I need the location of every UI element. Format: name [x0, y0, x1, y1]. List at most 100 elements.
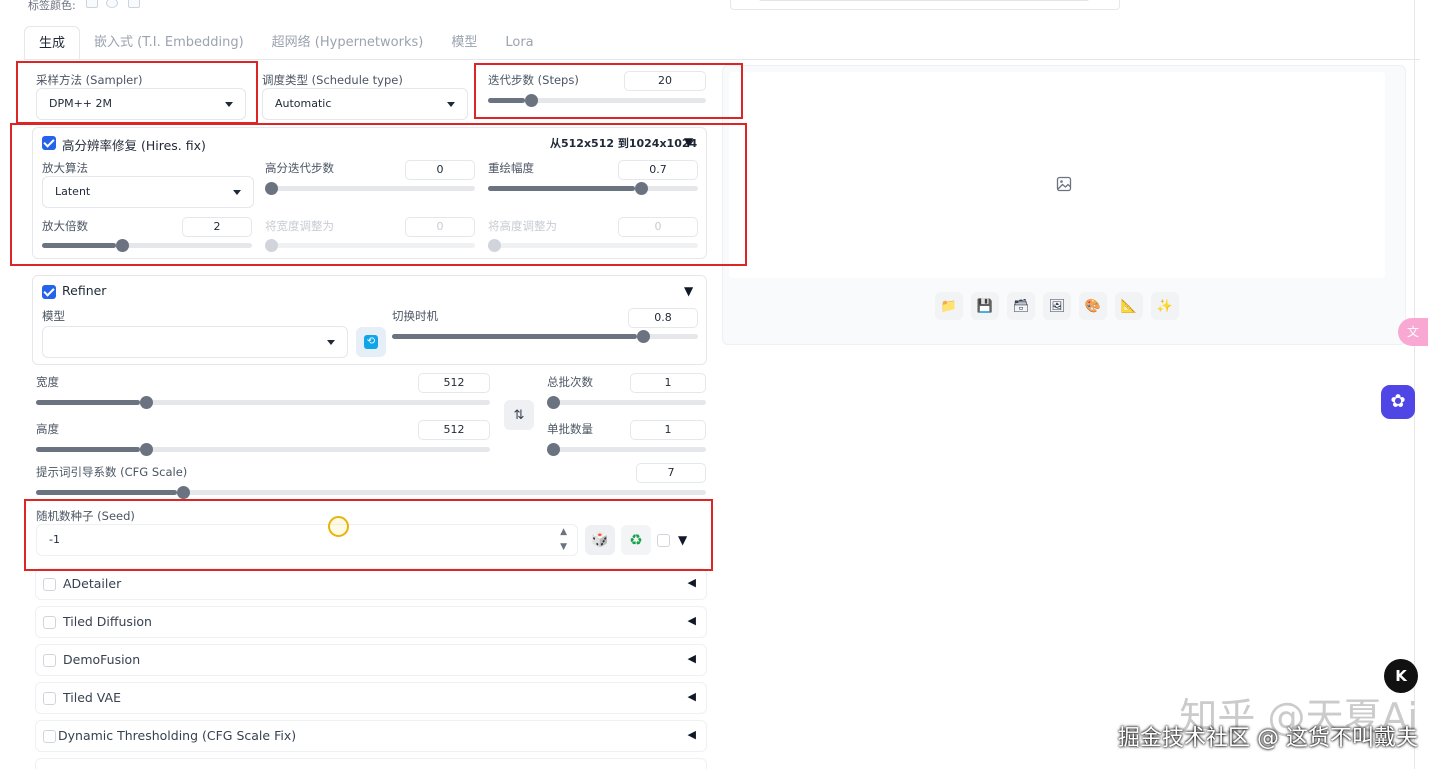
resize-height-slider[interactable]	[488, 237, 698, 253]
hires-steps-slider[interactable]	[265, 180, 475, 196]
accordion-next[interactable]	[35, 758, 707, 769]
demofusion-checkbox[interactable]	[43, 654, 56, 667]
hires-steps-label: 高分迭代步数	[265, 161, 334, 175]
refiner-model-label: 模型	[42, 309, 65, 323]
refresh-icon: ⟲	[364, 335, 378, 349]
expand-triangle-icon[interactable]: ▼	[678, 533, 687, 547]
juejin-watermark: 掘金技术社区 @ 这货不叫戴夫	[1118, 726, 1418, 751]
expand-arrow-icon[interactable]: ◀	[688, 652, 696, 665]
batch-size-label: 单批数量	[547, 422, 593, 436]
steps-label: 迭代步数 (Steps)	[488, 73, 579, 87]
tab-model[interactable]: 模型	[437, 26, 491, 60]
prompt-box-edge[interactable]	[730, 0, 1120, 10]
tab-hypernetworks[interactable]: 超网络 (Hypernetworks)	[258, 26, 438, 60]
cursor-indicator	[328, 516, 349, 537]
schedule-label: 调度类型 (Schedule type)	[262, 73, 403, 87]
batch-count-slider[interactable]	[547, 394, 706, 410]
sampler-value: DPM++ 2M	[49, 97, 113, 110]
resize-width-slider[interactable]	[265, 237, 475, 253]
chevron-down-icon	[233, 190, 241, 195]
width-input[interactable]: 512	[418, 373, 490, 393]
refresh-icon[interactable]	[106, 0, 118, 8]
width-slider[interactable]	[36, 394, 490, 410]
denoise-input[interactable]: 0.7	[618, 160, 698, 180]
swap-icon: ⇅	[513, 407, 525, 423]
random-seed-button[interactable]: 🎲	[585, 525, 615, 555]
cfg-scale-label: 提示词引导系数 (CFG Scale)	[36, 465, 188, 479]
save-icon[interactable]: 💾	[971, 292, 999, 320]
switch-at-slider[interactable]	[392, 328, 698, 344]
accordion-demofusion[interactable]: DemoFusion ◀	[35, 644, 707, 676]
dynamic-thresholding-checkbox[interactable]	[43, 730, 56, 743]
accordion-title: Dynamic Thresholding (CFG Scale Fix)	[58, 728, 297, 743]
folder-icon[interactable]: 📁	[935, 292, 963, 320]
tiled-diffusion-checkbox[interactable]	[43, 616, 56, 629]
tab-generate[interactable]: 生成	[24, 26, 81, 60]
tag-color-label: 标签颜色:	[28, 0, 76, 12]
expand-arrow-icon[interactable]: ◀	[688, 728, 696, 741]
adetailer-checkbox[interactable]	[43, 578, 56, 591]
cfg-scale-input[interactable]: 7	[636, 463, 706, 483]
schedule-value: Automatic	[275, 97, 332, 110]
accordion-dynamic-thresholding[interactable]: Dynamic Thresholding (CFG Scale Fix) ◀	[35, 720, 707, 752]
palette-icon[interactable]: 🎨	[1079, 292, 1107, 320]
upscale-by-input[interactable]: 2	[182, 217, 252, 237]
tiled-vae-checkbox[interactable]	[43, 692, 56, 705]
height-input[interactable]: 512	[418, 420, 490, 440]
steps-slider[interactable]	[488, 92, 706, 108]
collapse-triangle-icon[interactable]: ▼	[684, 135, 693, 149]
ruler-icon[interactable]: 📐	[1115, 292, 1143, 320]
reuse-seed-button[interactable]: ♻	[621, 525, 651, 555]
image-icon[interactable]: 🖼	[1043, 292, 1071, 320]
batch-size-slider[interactable]	[547, 441, 706, 457]
refiner-title: Refiner	[62, 283, 107, 298]
zip-icon[interactable]: 🗃	[1007, 292, 1035, 320]
accordion-title: DemoFusion	[63, 652, 141, 667]
width-label: 宽度	[36, 375, 59, 389]
switch-at-label: 切换时机	[392, 309, 438, 323]
height-label: 高度	[36, 422, 59, 436]
upscaler-select[interactable]: Latent	[42, 176, 254, 208]
extra-seed-checkbox[interactable]	[657, 534, 670, 547]
tab-embedding[interactable]: 嵌入式 (T.I. Embedding)	[80, 26, 258, 60]
image-icon[interactable]	[128, 0, 140, 8]
accordion-adetailer[interactable]: ADetailer ◀	[35, 568, 707, 600]
steps-input[interactable]: 20	[624, 71, 706, 91]
resize-width-input[interactable]: 0	[405, 217, 475, 237]
batch-count-input[interactable]: 1	[630, 373, 706, 393]
refiner-model-select[interactable]	[42, 326, 348, 358]
resize-height-input[interactable]: 0	[618, 217, 698, 237]
sampler-label: 采样方法 (Sampler)	[36, 73, 143, 87]
sparkle-icon[interactable]: ✨	[1151, 292, 1179, 320]
schedule-select[interactable]: Automatic	[262, 88, 468, 120]
assistant-icon[interactable]: ✿	[1381, 385, 1415, 419]
swap-dimensions-button[interactable]: ⇅	[504, 400, 534, 430]
hires-fix-checkbox[interactable]	[42, 136, 56, 150]
collapse-triangle-icon[interactable]: ▼	[684, 284, 693, 298]
recycle-icon: ♻	[629, 531, 643, 549]
hires-steps-input[interactable]: 0	[405, 160, 475, 180]
refresh-models-button[interactable]: ⟲	[356, 327, 386, 357]
accordion-tiled-diffusion[interactable]: Tiled Diffusion ◀	[35, 606, 707, 638]
expand-arrow-icon[interactable]: ◀	[688, 576, 696, 589]
seed-label: 随机数种子 (Seed)	[36, 509, 135, 523]
upscale-by-slider[interactable]	[42, 237, 252, 253]
expand-arrow-icon[interactable]: ◀	[688, 690, 696, 703]
seed-input[interactable]: -1 ▲ ▼	[36, 524, 578, 556]
expand-arrow-icon[interactable]: ◀	[688, 614, 696, 627]
spinner-icon[interactable]: ▲ ▼	[560, 525, 567, 555]
tab-lora[interactable]: Lora	[491, 26, 547, 60]
sampler-select[interactable]: DPM++ 2M	[36, 88, 246, 120]
resize-width-label: 将宽度调整为	[265, 219, 334, 233]
accordion-title: Tiled VAE	[63, 690, 121, 705]
height-slider[interactable]	[36, 441, 490, 457]
color-swatch[interactable]	[86, 0, 98, 8]
denoise-slider[interactable]	[488, 180, 698, 196]
accordion-tiled-vae[interactable]: Tiled VAE ◀	[35, 682, 707, 714]
switch-at-input[interactable]: 0.8	[628, 308, 698, 328]
batch-size-input[interactable]: 1	[630, 420, 706, 440]
upscale-by-label: 放大倍数	[42, 219, 88, 233]
translate-icon[interactable]: 文	[1398, 318, 1428, 346]
cfg-scale-slider[interactable]	[36, 484, 706, 500]
refiner-checkbox[interactable]	[42, 285, 56, 299]
